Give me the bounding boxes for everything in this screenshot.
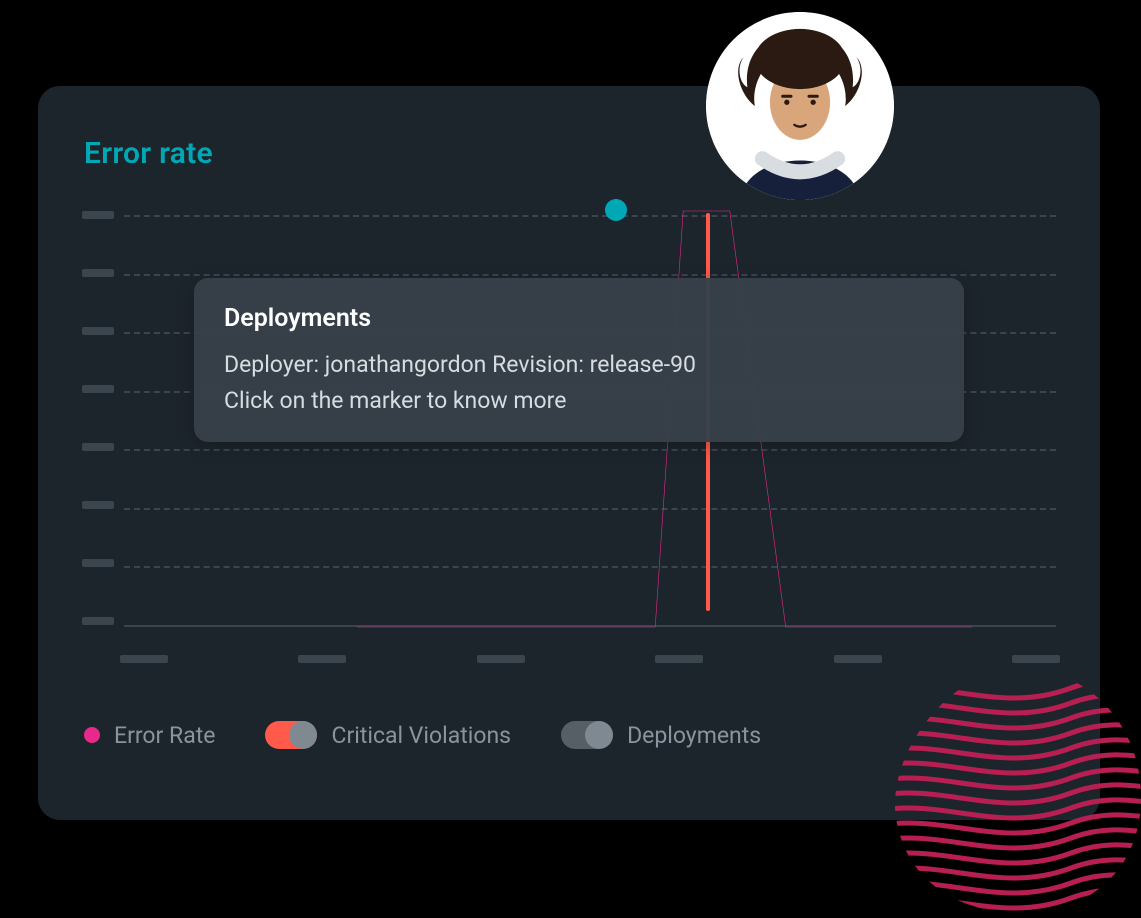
tooltip-detail: Deployer: jonathangordon Revision: relea… <box>224 347 934 383</box>
tooltip-hint: Click on the marker to know more <box>224 383 934 419</box>
x-tick <box>477 655 525 663</box>
tooltip-title: Deployments <box>224 304 934 333</box>
toggle-deployments[interactable] <box>561 721 613 749</box>
legend-critical-violations[interactable]: Critical Violations <box>265 721 511 749</box>
x-tick <box>298 655 346 663</box>
panel-title: Error rate <box>84 136 1060 171</box>
chart-area: Deployments Deployer: jonathangordon Rev… <box>82 211 1056 641</box>
deployment-marker[interactable] <box>605 199 627 223</box>
legend-label: Deployments <box>627 722 761 749</box>
y-tick <box>82 443 114 451</box>
toggle-knob <box>289 721 317 749</box>
x-tick <box>655 655 703 663</box>
legend-error-rate: Error Rate <box>84 722 215 749</box>
legend-label: Critical Violations <box>331 722 511 749</box>
avatar <box>706 12 894 200</box>
y-tick <box>82 327 114 335</box>
y-axis <box>82 211 130 625</box>
toggle-critical-violations[interactable] <box>265 721 317 749</box>
decorative-pattern <box>871 658 1141 918</box>
y-tick <box>82 501 114 509</box>
legend-dot-icon <box>84 727 100 743</box>
y-tick <box>82 559 114 567</box>
y-tick <box>82 269 114 277</box>
y-tick <box>82 385 114 393</box>
legend-label: Error Rate <box>114 722 215 749</box>
toggle-knob <box>585 721 613 749</box>
deployment-tooltip: Deployments Deployer: jonathangordon Rev… <box>194 278 964 442</box>
x-tick <box>120 655 168 663</box>
deployment-marker-dot[interactable] <box>605 199 627 221</box>
y-tick <box>82 211 114 219</box>
y-tick <box>82 617 114 625</box>
legend-deployments[interactable]: Deployments <box>561 721 761 749</box>
